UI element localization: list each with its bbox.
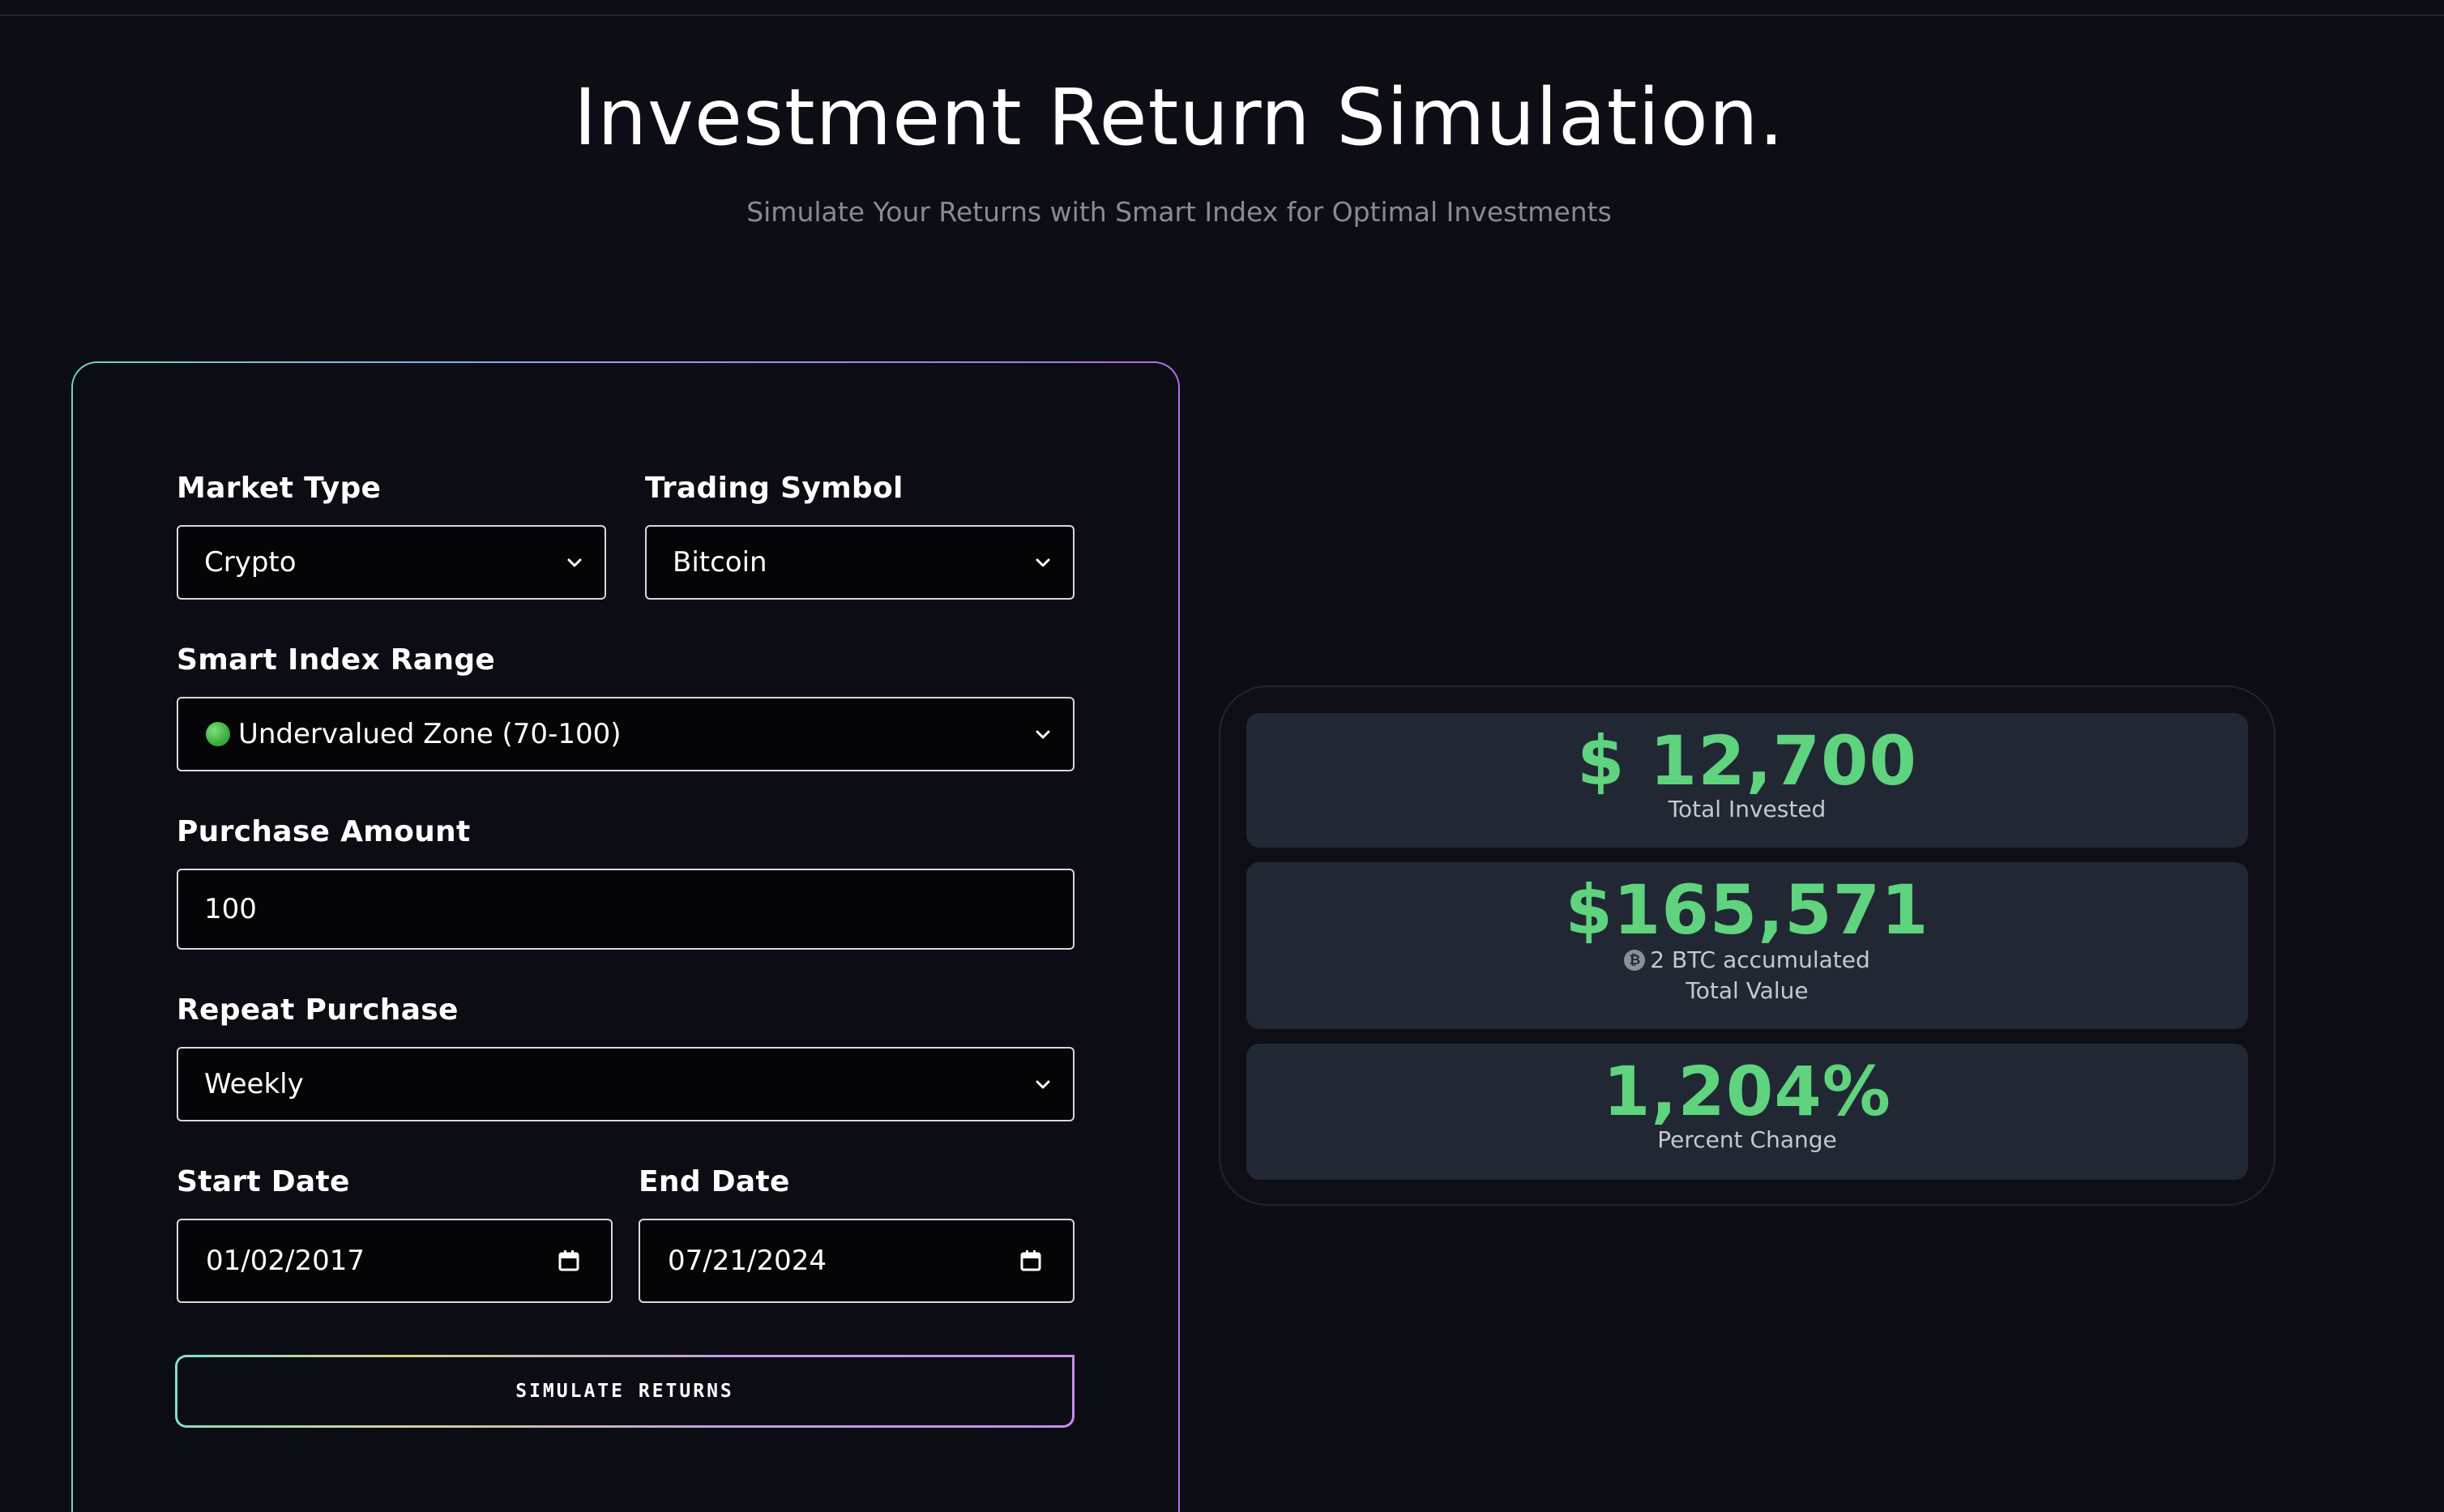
start-date-value: 01/02/2017 bbox=[206, 1245, 365, 1277]
repeat-purchase-value: Weekly bbox=[204, 1068, 304, 1100]
trading-symbol-select[interactable]: Bitcoin bbox=[645, 525, 1075, 600]
market-type-value: Crypto bbox=[204, 546, 297, 579]
chevron-down-icon bbox=[1031, 722, 1055, 746]
total-invested-tile: $ 12,700 Total Invested bbox=[1246, 713, 2248, 848]
total-value-label: Total Value bbox=[1686, 977, 1809, 1004]
percent-change-tile: 1,204% Percent Change bbox=[1246, 1044, 2248, 1180]
btc-accumulated-row: ₿ 2 BTC accumulated bbox=[1246, 945, 2248, 976]
market-type-label: Market Type bbox=[177, 472, 382, 505]
chevron-down-icon bbox=[562, 550, 587, 574]
page-subtitle: Simulate Your Returns with Smart Index f… bbox=[746, 196, 1612, 228]
calendar-icon[interactable] bbox=[1016, 1246, 1045, 1275]
end-date-value: 07/21/2024 bbox=[668, 1245, 827, 1277]
btc-accumulated-text: 2 BTC accumulated bbox=[1650, 946, 1870, 973]
calendar-icon[interactable] bbox=[554, 1246, 583, 1275]
simulate-returns-label: SIMULATE RETURNS bbox=[177, 1357, 1072, 1425]
total-value-value: $165,571 bbox=[1565, 870, 1929, 950]
bitcoin-icon: ₿ bbox=[1624, 950, 1646, 971]
total-value-tile: $165,571 ₿ 2 BTC accumulated Total Value bbox=[1246, 862, 2248, 1029]
total-invested-value: $ 12,700 bbox=[1577, 721, 1917, 801]
chevron-down-icon bbox=[1031, 1072, 1055, 1096]
top-divider bbox=[0, 15, 2444, 16]
start-date-label: Start Date bbox=[177, 1165, 350, 1198]
repeat-purchase-label: Repeat Purchase bbox=[177, 993, 459, 1027]
purchase-amount-value: 100 bbox=[204, 893, 257, 925]
smart-index-range-select[interactable]: Undervalued Zone (70-100) bbox=[177, 697, 1075, 771]
market-type-select[interactable]: Crypto bbox=[177, 525, 606, 600]
results-card: $ 12,700 Total Invested $165,571 ₿ 2 BTC … bbox=[1219, 686, 2275, 1206]
end-date-label: End Date bbox=[639, 1165, 790, 1198]
percent-change-label: Percent Change bbox=[1657, 1126, 1837, 1153]
chevron-down-icon bbox=[1031, 550, 1055, 574]
trading-symbol-value: Bitcoin bbox=[673, 546, 767, 579]
smart-index-range-content: Undervalued Zone (70-100) bbox=[206, 718, 1031, 750]
repeat-purchase-select[interactable]: Weekly bbox=[177, 1047, 1075, 1121]
end-date-input[interactable]: 07/21/2024 bbox=[639, 1219, 1075, 1303]
smart-index-range-label: Smart Index Range bbox=[177, 643, 496, 677]
purchase-amount-label: Purchase Amount bbox=[177, 815, 471, 848]
green-circle-icon bbox=[206, 722, 230, 746]
percent-change-value: 1,204% bbox=[1603, 1052, 1891, 1131]
simulate-returns-button[interactable]: SIMULATE RETURNS bbox=[175, 1355, 1075, 1428]
total-invested-label: Total Invested bbox=[1668, 796, 1827, 822]
purchase-amount-input[interactable]: 100 bbox=[177, 869, 1075, 950]
trading-symbol-label: Trading Symbol bbox=[645, 472, 904, 505]
page-title: Investment Return Simulation. bbox=[573, 72, 1785, 163]
start-date-input[interactable]: 01/02/2017 bbox=[177, 1219, 613, 1303]
smart-index-range-value: Undervalued Zone (70-100) bbox=[238, 718, 622, 750]
